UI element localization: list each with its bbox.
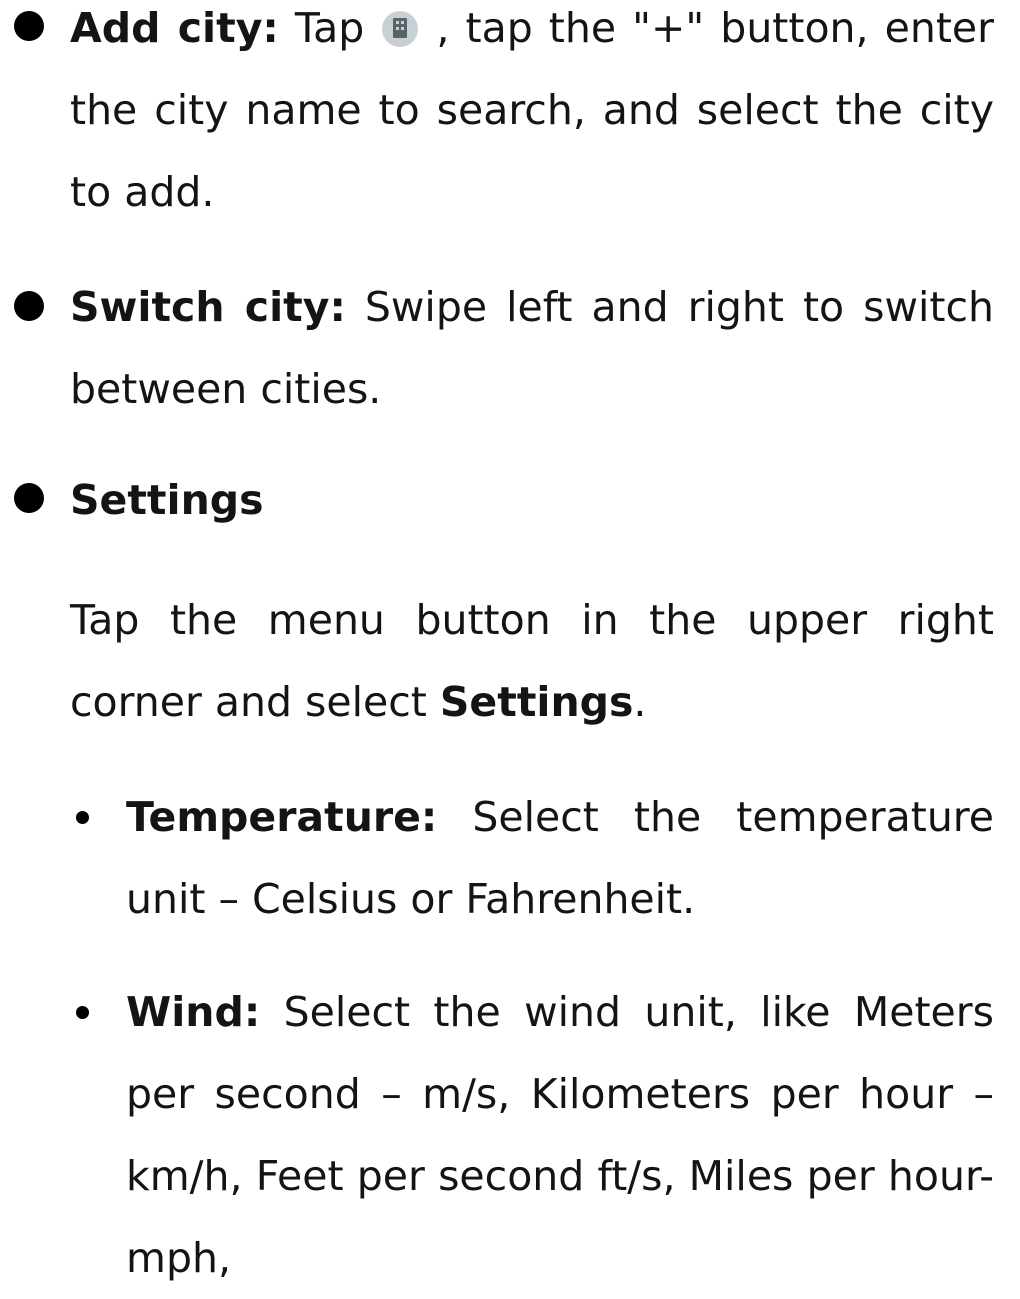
- bullet-dot-icon: [14, 483, 44, 513]
- settings-intro-paragraph: Tap the menu button in the upper right c…: [70, 579, 994, 743]
- sub-bullet-dot-icon: [76, 811, 89, 824]
- add-city-text-before-icon: Tap: [278, 4, 381, 52]
- switch-city-title: Switch city:: [70, 283, 346, 331]
- document-page: Add city: Tap , tap the "+" button, ente…: [0, 0, 1020, 1282]
- building-shape: [393, 18, 408, 38]
- building-window: [396, 27, 400, 30]
- settings-heading-paragraph: Settings: [70, 459, 994, 541]
- settings-intro-bold: Settings: [439, 678, 634, 726]
- wind-paragraph: Wind: Select the wind unit, like Meters …: [126, 971, 994, 1299]
- settings-intro-period: .: [633, 678, 647, 726]
- wind-title: Wind:: [126, 988, 261, 1036]
- add-city-title: Add city:: [70, 4, 279, 52]
- settings-title: Settings: [70, 476, 264, 524]
- temperature-title: Temperature:: [126, 793, 438, 841]
- add-city-paragraph: Add city: Tap , tap the "+" button, ente…: [70, 0, 994, 233]
- building-window: [401, 27, 405, 30]
- bullet-dot-icon: [14, 291, 44, 321]
- sub-bullet-dot-icon: [76, 1006, 89, 1019]
- building-window: [401, 21, 405, 24]
- bullet-dot-icon: [14, 11, 44, 41]
- city-management-icon: [382, 11, 419, 47]
- building-window: [396, 21, 400, 24]
- switch-city-paragraph: Switch city: Swipe left and right to swi…: [70, 266, 994, 430]
- temperature-paragraph: Temperature: Select the temperature unit…: [126, 776, 994, 940]
